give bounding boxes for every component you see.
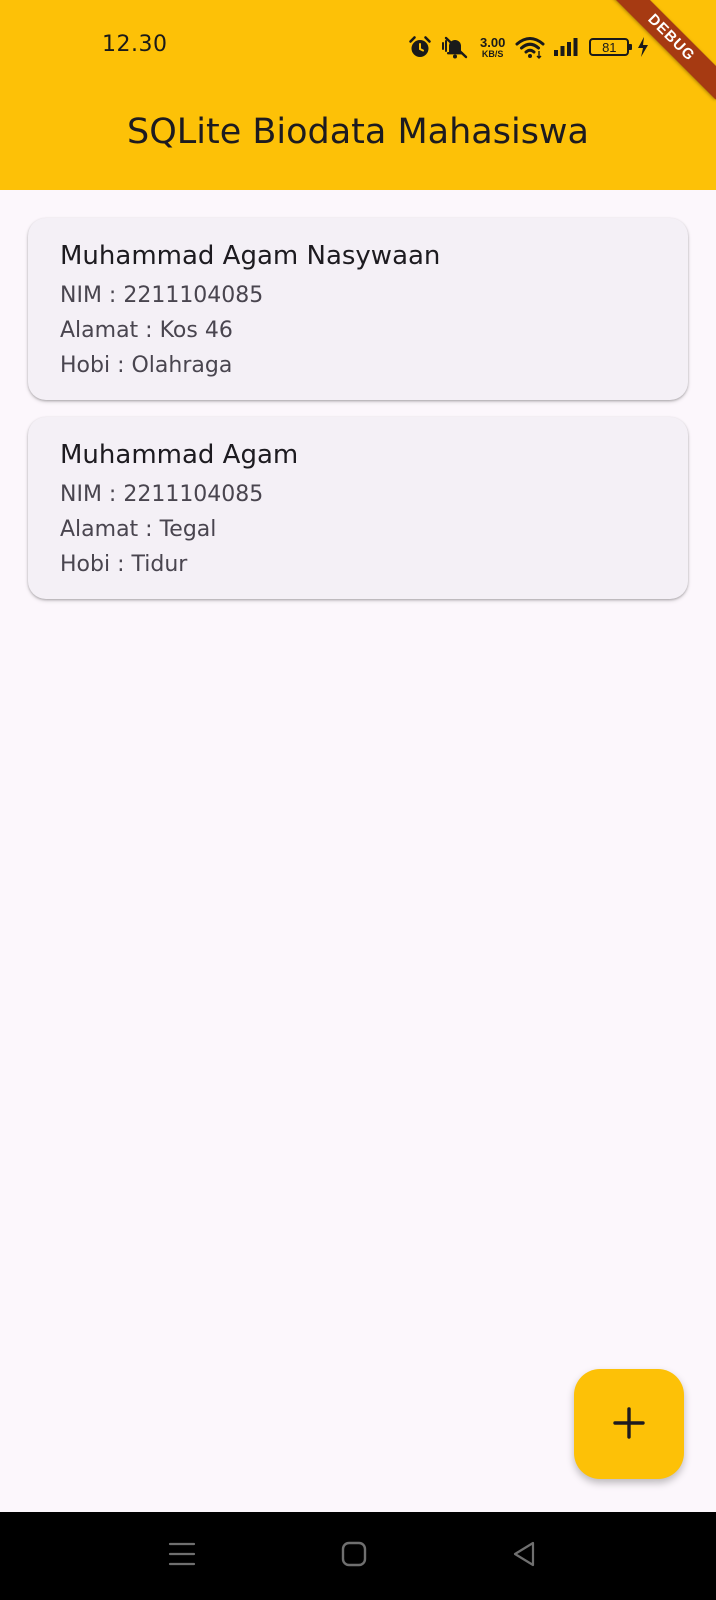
wifi-icon	[515, 35, 545, 59]
add-student-button[interactable]	[574, 1369, 684, 1479]
back-icon	[511, 1540, 537, 1572]
menu-icon	[168, 1541, 196, 1571]
student-list: Muhammad Agam Nasywaan NIM : 2211104085 …	[28, 218, 688, 616]
home-button[interactable]	[336, 1538, 372, 1574]
student-card[interactable]: Muhammad Agam Nasywaan NIM : 2211104085 …	[28, 218, 688, 400]
student-hobby: Hobi : Olahraga	[60, 353, 233, 378]
vibrate-mute-icon	[440, 35, 470, 59]
student-hobby: Hobi : Tidur	[60, 552, 188, 577]
alarm-icon	[408, 35, 432, 59]
net-speed-unit: KB/S	[481, 48, 504, 59]
recent-apps-button[interactable]	[164, 1538, 200, 1574]
signal-icon	[553, 37, 579, 57]
student-nim: NIM : 2211104085	[60, 482, 264, 507]
home-icon	[341, 1541, 367, 1571]
app-bar: 12.30 3.00 KB/S 81 DEBUG SQLite Biodata …	[0, 0, 716, 190]
student-address: Alamat : Kos 46	[60, 318, 233, 343]
net-speed-value: 3.00	[480, 34, 506, 50]
battery-level: 81	[602, 39, 617, 55]
add-icon	[612, 1406, 646, 1443]
status-icons: 3.00 KB/S 81	[408, 32, 649, 62]
charging-icon	[637, 36, 649, 58]
student-address: Alamat : Tegal	[60, 517, 217, 542]
student-card[interactable]: Muhammad Agam NIM : 2211104085 Alamat : …	[28, 417, 688, 599]
system-nav-bar	[0, 1512, 716, 1600]
page-title: SQLite Biodata Mahasiswa	[126, 112, 590, 152]
student-name: Muhammad Agam Nasywaan	[60, 241, 441, 271]
status-time: 12.30	[102, 32, 168, 57]
net-speed-indicator: 3.00 KB/S	[480, 36, 505, 59]
back-button[interactable]	[506, 1538, 542, 1574]
student-nim: NIM : 2211104085	[60, 283, 264, 308]
student-name: Muhammad Agam	[60, 440, 299, 470]
battery-icon: 81	[589, 38, 633, 56]
